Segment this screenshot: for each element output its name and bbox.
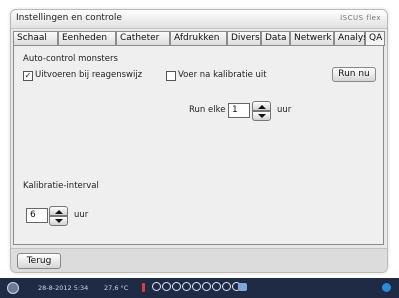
tab-afdrukken[interactable]: Afdrukken: [170, 31, 227, 45]
device-icon: [238, 283, 247, 291]
temperature: 27,6 °C: [104, 284, 129, 292]
arrow-down-icon: [258, 114, 266, 118]
run-every-decrement[interactable]: [252, 111, 271, 121]
run-now-button[interactable]: Run nu: [332, 67, 376, 82]
tab-bar: Schaal Eenheden Catheter Afdrukken Diver…: [13, 31, 385, 46]
tab-data[interactable]: Data: [261, 31, 290, 45]
after-calibration-label: Voer na kalibratie uit: [178, 70, 267, 80]
tab-divers[interactable]: Divers: [227, 31, 261, 45]
back-button[interactable]: Terug: [17, 253, 61, 269]
run-every-label: Run elke: [189, 105, 226, 115]
calibration-unit: uur: [74, 210, 89, 220]
tab-qa[interactable]: QA: [365, 31, 385, 46]
tab-analyses[interactable]: Analyses: [334, 31, 378, 45]
after-calibration-checkbox[interactable]: [166, 71, 176, 81]
datetime: 28-8-2012 5:34: [38, 284, 89, 292]
calibration-decrement[interactable]: [49, 216, 68, 226]
reagent-change-label: Uitvoeren bij reagenswijz: [35, 70, 143, 80]
calibration-interval-input[interactable]: 6: [26, 208, 48, 223]
calibration-section-label: Kalibratie-interval: [23, 181, 99, 191]
status-bar: 28-8-2012 5:34 27,6 °C: [0, 278, 399, 298]
window-title: Instellingen en controle: [16, 13, 122, 23]
run-every-input[interactable]: 1: [228, 103, 250, 118]
calibration-increment[interactable]: [49, 206, 68, 216]
thermometer-icon: [142, 283, 145, 292]
tab-netwerk[interactable]: Netwerk: [290, 31, 334, 45]
title-bar: Instellingen en controle ISCUS flex: [11, 10, 387, 29]
tab-eenheden[interactable]: Eenheden: [58, 31, 116, 45]
run-every-unit: uur: [277, 105, 292, 115]
tab-catheter[interactable]: Catheter: [116, 31, 170, 45]
sample-positions-indicator: [152, 282, 242, 291]
qa-panel: Auto-control monsters ✓ Uitvoeren bij re…: [13, 45, 384, 245]
run-every-stepper: [252, 101, 271, 121]
settings-window: Instellingen en controle ISCUS flex Scha…: [10, 9, 388, 273]
arrow-up-icon: [258, 105, 266, 109]
calibration-stepper: [49, 206, 68, 226]
brand-logo: ISCUS flex: [340, 14, 381, 22]
autocontrol-section-label: Auto-control monsters: [23, 54, 118, 64]
network-status-icon: [382, 283, 391, 292]
arrow-down-icon: [55, 219, 63, 223]
arrow-up-icon: [55, 210, 63, 214]
tab-schaal[interactable]: Schaal: [13, 31, 58, 45]
power-icon[interactable]: [7, 282, 19, 294]
run-every-increment[interactable]: [252, 101, 271, 111]
reagent-change-checkbox[interactable]: ✓: [23, 71, 33, 81]
bottom-bar: Terug: [11, 248, 387, 272]
